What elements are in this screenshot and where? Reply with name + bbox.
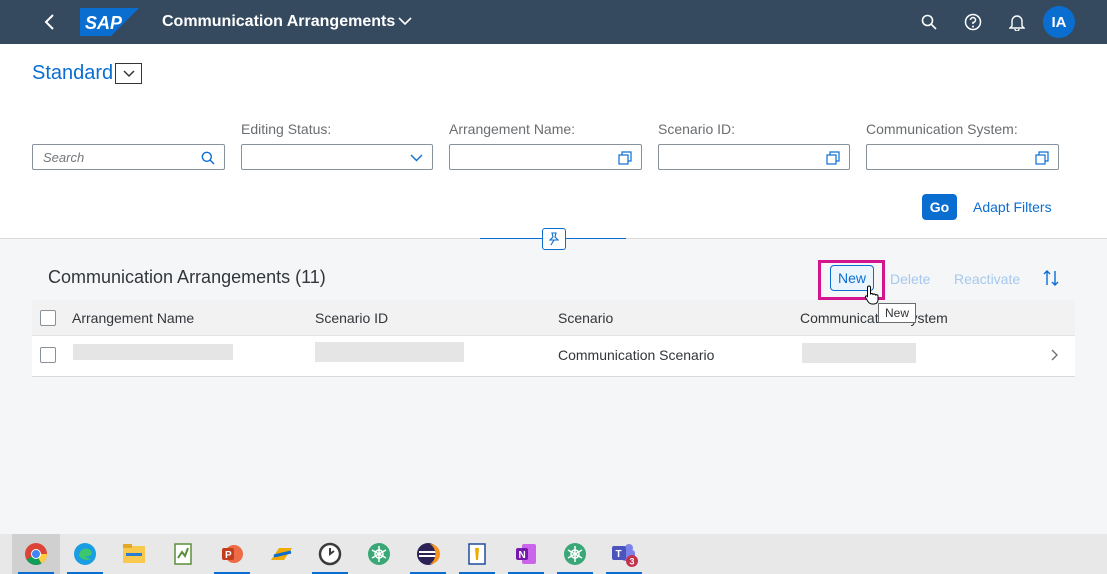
svg-text:P: P <box>225 550 232 561</box>
hand-cursor-icon <box>864 285 880 310</box>
communication-system-field[interactable] <box>866 144 1059 170</box>
scenario-id-field[interactable] <box>658 144 850 170</box>
taskbar-app[interactable] <box>257 534 305 574</box>
arrangement-name-label: Arrangement Name: <box>449 121 576 137</box>
select-all-checkbox[interactable] <box>40 310 56 326</box>
column-header[interactable]: Scenario ID <box>315 310 388 326</box>
taskbar-app[interactable] <box>61 534 109 574</box>
search-icon[interactable] <box>200 150 216 166</box>
document-icon <box>468 543 486 565</box>
svg-text:SAP: SAP <box>85 13 123 33</box>
chrome-icon <box>25 543 47 565</box>
eclipse-icon <box>417 543 440 565</box>
reactivate-button[interactable]: Reactivate <box>954 271 1020 287</box>
communication-system-label: Communication System: <box>866 121 1018 137</box>
chevron-down-icon[interactable] <box>398 14 412 33</box>
notepad-icon <box>174 543 192 565</box>
edge-icon <box>74 543 96 565</box>
taskbar-app[interactable]: N <box>502 534 550 574</box>
app-icon <box>564 543 586 565</box>
taskbar-app[interactable] <box>551 534 599 574</box>
search-placeholder: Search <box>43 150 85 165</box>
taskbar-app[interactable] <box>12 534 60 574</box>
taskbar-app[interactable] <box>453 534 501 574</box>
row-checkbox[interactable] <box>40 347 56 363</box>
chevron-right-icon[interactable] <box>1050 348 1058 366</box>
chevron-down-icon <box>408 150 424 166</box>
pin-icon <box>548 232 560 246</box>
column-header[interactable]: Arrangement Name <box>72 310 194 326</box>
value-help-icon[interactable] <box>825 150 841 166</box>
sap-logo[interactable]: SAP <box>80 8 139 36</box>
value-help-icon[interactable] <box>1034 150 1050 166</box>
taskbar-app[interactable]: T 3 <box>600 534 648 574</box>
chevron-down-icon <box>122 69 135 77</box>
clock-icon <box>318 542 342 566</box>
taskbar: P N T 3 <box>0 534 1107 574</box>
adapt-filters-button[interactable]: Adapt Filters <box>973 199 1052 215</box>
shell-bar: SAP Communication Arrangements IA <box>0 0 1107 44</box>
sap-gui-icon <box>271 548 292 560</box>
svg-text:T: T <box>616 549 622 560</box>
app-icon <box>368 543 390 565</box>
column-header[interactable]: Scenario <box>558 310 613 326</box>
redacted-value <box>315 342 464 362</box>
taskbar-app[interactable] <box>159 534 207 574</box>
onenote-icon: N <box>516 544 536 564</box>
table-row[interactable]: Communication Scenario <box>32 336 1075 377</box>
header-divider <box>566 238 626 239</box>
taskbar-app[interactable] <box>355 534 403 574</box>
svg-text:3: 3 <box>630 557 635 567</box>
redacted-value <box>802 343 916 363</box>
search-icon[interactable] <box>919 12 939 32</box>
search-input[interactable]: Search <box>32 144 225 170</box>
editing-status-select[interactable] <box>241 144 433 170</box>
scenario-cell: Communication Scenario <box>558 347 715 363</box>
app-title[interactable]: Communication Arrangements <box>162 13 395 31</box>
bell-icon[interactable] <box>1007 12 1027 32</box>
variant-title[interactable]: Standard <box>32 62 113 85</box>
tooltip: New <box>878 303 917 323</box>
column-header[interactable]: Communication System <box>800 310 948 326</box>
teams-icon: T 3 <box>612 544 638 567</box>
avatar[interactable]: IA <box>1043 6 1075 38</box>
taskbar-app[interactable]: P <box>208 534 256 574</box>
delete-button[interactable]: Delete <box>890 271 930 287</box>
powerpoint-icon: P <box>222 545 243 563</box>
help-icon[interactable] <box>963 12 983 32</box>
file-explorer-icon <box>123 544 145 563</box>
taskbar-app[interactable] <box>110 534 158 574</box>
scenario-id-label: Scenario ID: <box>658 121 736 137</box>
arrangement-name-field[interactable] <box>449 144 642 170</box>
header-divider <box>480 238 542 239</box>
table-header: Arrangement Name Scenario ID Scenario Co… <box>32 300 1075 336</box>
variant-dropdown-button[interactable] <box>115 63 142 84</box>
filter-bar: Standard Search Editing Status: Arrangem… <box>0 44 1107 239</box>
svg-text:N: N <box>519 550 526 561</box>
back-icon[interactable] <box>40 12 60 32</box>
redacted-value <box>73 344 233 360</box>
value-help-icon[interactable] <box>617 150 633 166</box>
pin-header-button[interactable] <box>542 228 566 250</box>
taskbar-app[interactable] <box>306 534 354 574</box>
taskbar-app[interactable] <box>404 534 452 574</box>
go-button[interactable]: Go <box>922 194 957 220</box>
sort-icon[interactable] <box>1042 269 1060 292</box>
table-title: Communication Arrangements (11) <box>48 267 326 287</box>
editing-status-label: Editing Status: <box>241 121 332 137</box>
